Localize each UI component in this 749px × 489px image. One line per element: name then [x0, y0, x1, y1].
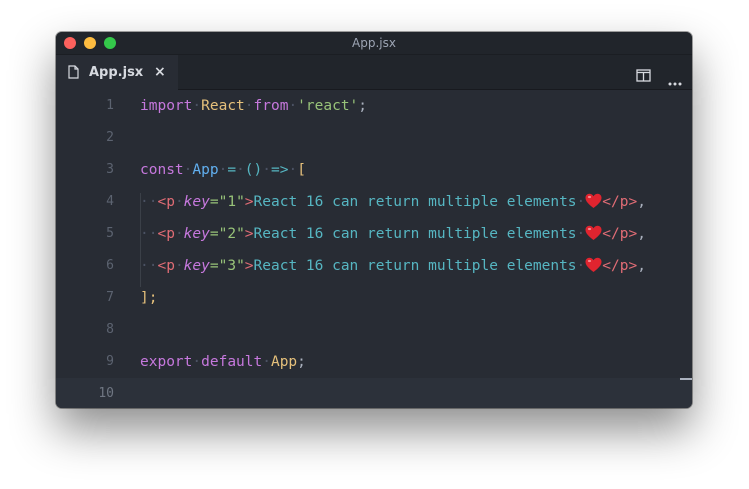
token: React 16 can return multiple elements	[253, 258, 577, 274]
code-editor[interactable]: 1 import·React·from·'react'; 2 3 const·A…	[56, 90, 692, 408]
token: >	[244, 194, 254, 210]
line-number: 6	[106, 258, 114, 273]
token: </p>	[602, 194, 638, 210]
token: <p	[157, 194, 175, 210]
token: const	[140, 162, 184, 178]
editor-window: App.jsx App.jsx × 1 import·React·from·'r…	[56, 32, 692, 408]
token: key	[183, 258, 210, 274]
tab-app-jsx[interactable]: App.jsx ×	[56, 55, 178, 90]
file-icon	[68, 64, 79, 83]
code-line-9[interactable]: 9 export·default·App;	[56, 346, 692, 378]
line-number: 2	[106, 130, 114, 145]
code-line-5[interactable]: 5 ··<p·key="2">React 16 can return multi…	[56, 218, 692, 250]
token: ;	[297, 354, 306, 370]
code-line-7[interactable]: 7 ];	[56, 282, 692, 314]
code-line-4[interactable]: 4 ··<p·key="1">React 16 can return multi…	[56, 186, 692, 218]
code-text: ··<p·key="3">React 16 can return multipl…	[140, 250, 646, 285]
token: ;	[358, 98, 368, 114]
window-title: App.jsx	[352, 36, 396, 50]
code-text: ··<p·key="2">React 16 can return multipl…	[140, 218, 646, 253]
code-text: ];	[140, 282, 157, 314]
token: </p>	[602, 258, 638, 274]
code-text: export·default·App;	[140, 354, 306, 370]
tab-label: App.jsx	[89, 65, 144, 80]
code-text: import·React·from·'react';	[140, 98, 368, 114]
red-heart-icon	[585, 189, 602, 221]
line-number: 9	[106, 354, 114, 369]
token: React	[201, 98, 245, 114]
line-number: 7	[106, 290, 114, 305]
line-number: 5	[106, 226, 114, 241]
token: React 16 can return multiple elements	[253, 194, 577, 210]
split-editor-icon[interactable]	[636, 67, 651, 86]
token: ,	[637, 194, 646, 210]
token: ="3"	[209, 258, 245, 274]
code-line-6[interactable]: 6 ··<p·key="3">React 16 can return multi…	[56, 250, 692, 282]
token: =	[227, 162, 237, 178]
title-bar: App.jsx	[56, 32, 692, 55]
code-line-8[interactable]: 8	[56, 314, 692, 346]
token: React 16 can return multiple elements	[253, 226, 577, 242]
token: ="2"	[209, 226, 245, 242]
token: >	[244, 226, 254, 242]
token: key	[183, 226, 210, 242]
token: >	[244, 258, 254, 274]
token: ="1"	[209, 194, 245, 210]
code-line-3[interactable]: 3 const·App·=·()·=>·[	[56, 154, 692, 186]
token: from	[253, 98, 289, 114]
code-line-10[interactable]: 10	[56, 378, 692, 408]
token: <p	[157, 258, 175, 274]
line-number: 8	[106, 322, 114, 337]
code-line-2[interactable]: 2	[56, 122, 692, 154]
token: App	[270, 354, 298, 370]
red-heart-icon	[585, 253, 602, 285]
more-actions-icon[interactable]	[668, 71, 682, 90]
red-heart-icon	[585, 221, 602, 253]
token: key	[183, 194, 210, 210]
code-text: const·App·=·()·=>·[	[140, 162, 306, 178]
token: ,	[637, 258, 646, 274]
token: [	[297, 162, 306, 178]
line-number: 10	[98, 386, 114, 401]
tab-bar: App.jsx ×	[56, 55, 692, 90]
token: 'react'	[297, 98, 359, 114]
line-number: 1	[106, 98, 114, 113]
token: <p	[157, 226, 175, 242]
close-tab-icon[interactable]: ×	[154, 55, 166, 90]
token: import	[140, 98, 193, 114]
token: App	[192, 162, 219, 178]
code-text: ··<p·key="1">React 16 can return multipl…	[140, 186, 646, 221]
token: ];	[140, 290, 158, 306]
token: export	[140, 354, 193, 370]
code-line-1[interactable]: 1 import·React·from·'react';	[56, 90, 692, 122]
line-number: 3	[106, 162, 114, 177]
token: </p>	[602, 226, 638, 242]
token: =>	[271, 162, 289, 178]
line-number: 4	[106, 194, 114, 209]
token: ()	[244, 162, 263, 178]
token: default	[201, 354, 263, 370]
token: ,	[637, 226, 646, 242]
